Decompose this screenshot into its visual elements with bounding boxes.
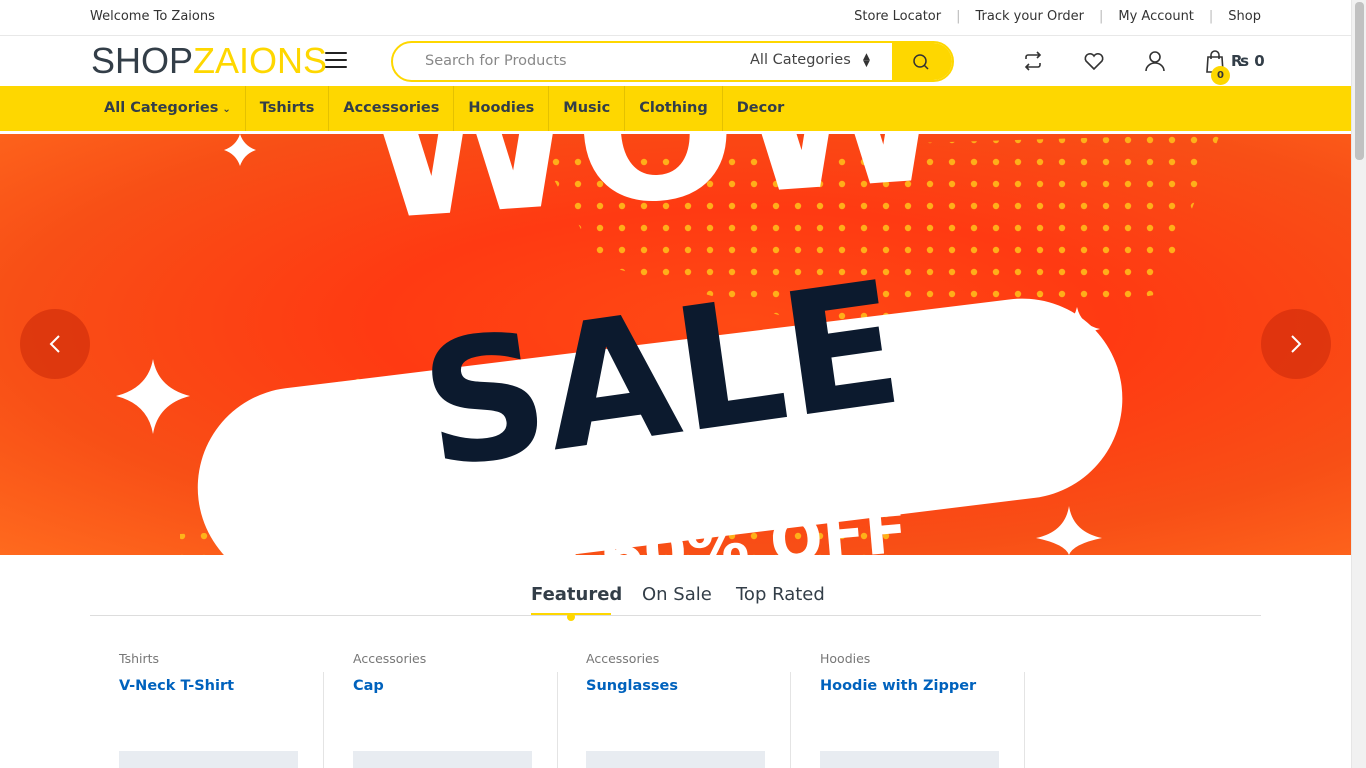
product-image[interactable] [820,751,999,768]
scrollbar-thumb[interactable] [1355,2,1364,160]
logo-part-shop: SHOP [91,40,194,81]
chevron-left-icon [49,335,60,353]
tab-top-rated[interactable]: Top Rated [736,584,825,605]
search-icon [913,54,929,70]
top-bar: Welcome To Zaions Store Locator | Track … [0,0,1351,36]
cart-total[interactable]: ₨ 0 [1231,52,1265,70]
site-logo[interactable]: SHOPZAIONS [91,41,327,81]
tab-featured[interactable]: Featured [531,584,622,605]
store-locator-link[interactable]: Store Locator [854,9,941,24]
product-image[interactable] [119,751,298,768]
product-card[interactable]: Accessories Cap [324,640,558,768]
product-name[interactable]: V-Neck T-Shirt [119,678,234,694]
nav-item-all-categories[interactable]: All Categories ⌄ [90,86,246,131]
category-select[interactable]: All Categories [750,52,851,68]
welcome-text: Welcome To Zaions [90,9,215,24]
nav-item-clothing[interactable]: Clothing [625,86,723,131]
slider-prev-button[interactable] [20,309,90,379]
product-grid: Tshirts V-Neck T-Shirt Accessories Cap A… [90,640,1261,768]
category-nav: All Categories ⌄ Tshirts Accessories Hood… [0,86,1351,131]
chevron-right-icon [1291,335,1302,353]
product-category[interactable]: Tshirts [119,651,159,666]
search-bar: Search for Products All Categories ▲ ▼ [391,41,954,82]
product-name[interactable]: Cap [353,678,384,694]
my-account-link[interactable]: My Account [1118,9,1194,24]
heart-icon[interactable] [1083,50,1105,72]
product-tabs: Featured On Sale Top Rated [90,555,1261,616]
nav-item-accessories[interactable]: Accessories [329,86,455,131]
top-links: Store Locator | Track your Order | My Ac… [854,9,1261,24]
page: Welcome To Zaions Store Locator | Track … [0,0,1351,768]
product-card[interactable]: Tshirts V-Neck T-Shirt [90,640,324,768]
logo-part-zaions: ZAIONS [193,40,328,81]
active-tab-dot [567,613,575,621]
select-arrows-icon: ▲ ▼ [863,52,870,69]
product-card[interactable]: Accessories Sunglasses [557,640,791,768]
nav-item-tshirts[interactable]: Tshirts [246,86,330,131]
product-category[interactable]: Accessories [353,651,426,666]
nav-label: All Categories [104,100,219,116]
separator: | [1208,9,1214,24]
tab-on-sale[interactable]: On Sale [642,584,712,605]
product-name[interactable]: Sunglasses [586,678,678,694]
compare-icon[interactable] [1022,50,1044,72]
nav-item-hoodies[interactable]: Hoodies [454,86,550,131]
cart-count-badge: 0 [1211,66,1230,85]
nav-item-decor[interactable]: Decor [723,86,799,131]
separator: | [1098,9,1104,24]
menu-icon[interactable] [325,52,347,70]
product-category[interactable]: Hoodies [820,651,870,666]
sale-banner-artwork: WOW SALE UPTO 60% OFF [116,134,1220,555]
product-card[interactable]: Hoodies Hoodie with Zipper [791,640,1025,768]
product-category[interactable]: Accessories [586,651,659,666]
product-image[interactable] [586,751,765,768]
product-image[interactable] [353,751,532,768]
header: SHOPZAIONS Search for Products All Categ… [0,36,1351,86]
separator: | [956,9,961,24]
shop-link[interactable]: Shop [1228,9,1261,24]
user-icon[interactable] [1144,50,1166,72]
hero-banner[interactable]: WOW SALE UPTO 60% OFF [0,134,1351,555]
divider [1024,672,1025,768]
page-scrollbar[interactable] [1351,0,1366,768]
chevron-down-icon: ⌄ [222,104,231,115]
nav-item-music[interactable]: Music [549,86,626,131]
slider-next-button[interactable] [1261,309,1331,379]
search-button[interactable] [892,43,952,80]
search-input[interactable]: Search for Products [425,53,567,69]
product-name[interactable]: Hoodie with Zipper [820,678,976,694]
track-order-link[interactable]: Track your Order [976,9,1084,24]
